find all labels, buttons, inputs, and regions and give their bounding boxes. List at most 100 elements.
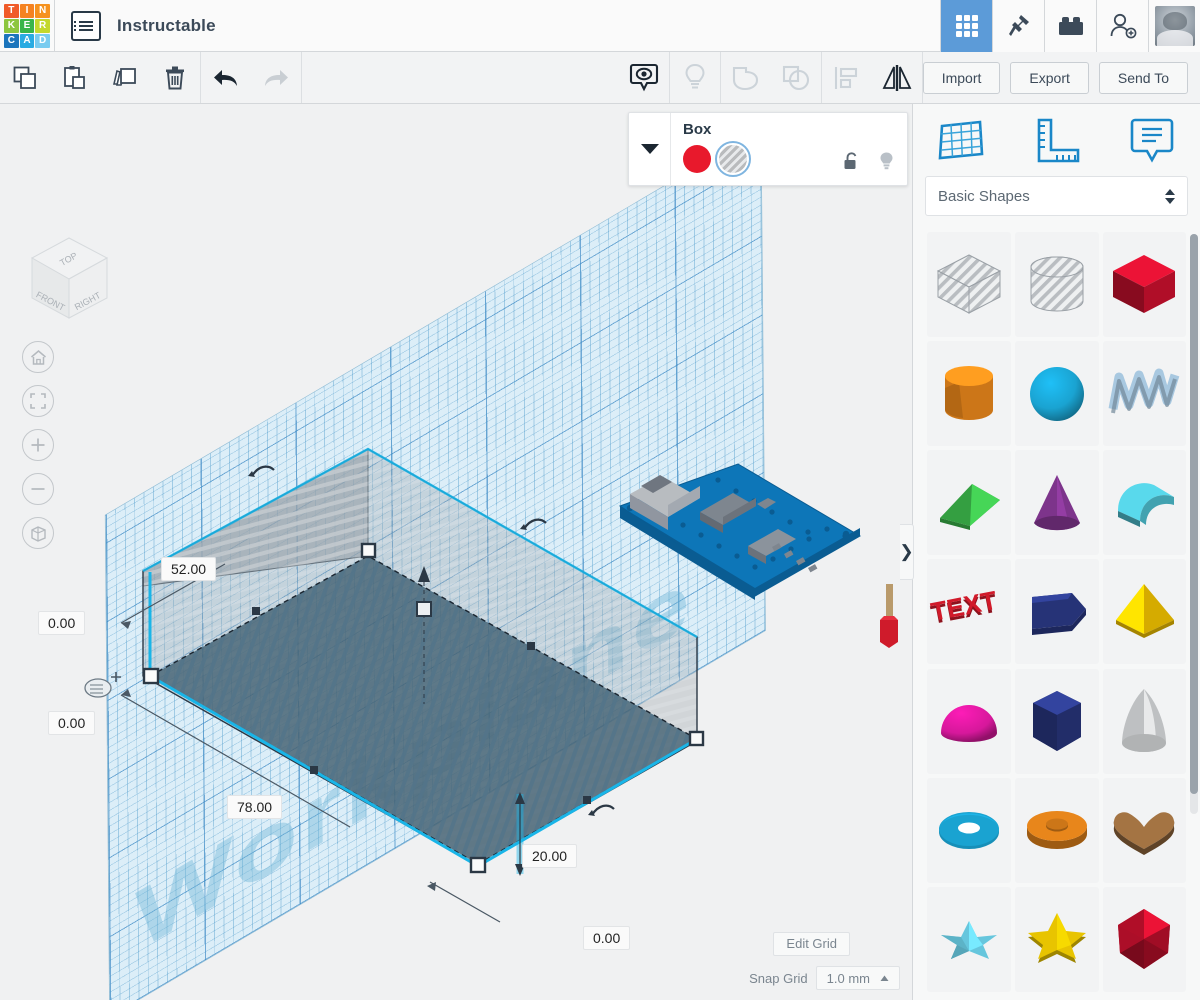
logo-tile-a: A (19, 33, 35, 48)
workplane-grid-icon[interactable] (913, 117, 1009, 163)
logo-tile-r: R (35, 18, 50, 33)
dim-offset-z-zero[interactable]: 0.00 (583, 926, 631, 950)
shape-paraboloid[interactable] (1102, 668, 1186, 774)
logo-tile-i: I (19, 3, 35, 18)
dim-width-52[interactable]: 52.00 (161, 557, 217, 581)
logo-tile-e: E (19, 18, 35, 33)
triangle-down-icon (640, 144, 659, 154)
shape-hole-cylinder[interactable] (1015, 232, 1099, 337)
dim-offset-y-zero[interactable]: 0.00 (48, 711, 96, 735)
zoom-in-button[interactable] (22, 429, 54, 461)
undo-arrow-icon[interactable] (201, 52, 251, 103)
list-menu-icon (74, 28, 93, 31)
dim-height-20[interactable]: 20.00 (522, 844, 578, 868)
logo-tile-k: K (4, 18, 19, 33)
tinkercad-app: TINKERCAD Instructable Import Export Sen… (0, 0, 1200, 1000)
dim-offset-x-zero[interactable]: 0.00 (38, 611, 86, 635)
shape-polygon-extrude[interactable] (1015, 559, 1099, 665)
edit-grid-button[interactable]: Edit Grid (773, 932, 850, 956)
shape-category-select[interactable]: Basic Shapes (925, 176, 1188, 216)
panel-collapse-handle[interactable]: ❯ (899, 524, 914, 580)
tinkercad-logo[interactable]: TIN KER CAD (2, 2, 52, 50)
shape-wedge[interactable] (927, 450, 1011, 556)
shape-properties-body: Box (671, 113, 907, 185)
shape-heart[interactable] (1102, 777, 1186, 883)
shape-state-icons (843, 151, 895, 176)
zoom-out-button[interactable] (22, 473, 54, 505)
shapes-panel-tabs (913, 104, 1200, 176)
avatar-image (1154, 5, 1195, 46)
shape-torus[interactable] (927, 777, 1011, 883)
blocks-bricks-icon[interactable] (1044, 0, 1096, 52)
edit-toolbar: Import Export Send To (0, 52, 1200, 104)
duplicate-icon[interactable] (100, 52, 150, 103)
svg-text:TEXT: TEXT (928, 586, 999, 627)
shape-hole-box[interactable] (927, 232, 1011, 337)
shape-sphere[interactable] (1015, 341, 1099, 447)
view-cube[interactable]: TOP FRONT RIGHT (22, 226, 117, 326)
toolbar-divider (301, 52, 302, 103)
shape-pyramid[interactable] (1102, 559, 1186, 665)
unlock-padlock-icon[interactable] (843, 152, 860, 176)
notes-icon[interactable] (1104, 116, 1200, 164)
view-nav-buttons (22, 341, 54, 561)
shape-library-grid[interactable]: TEXT TEXT (913, 232, 1200, 992)
workspace-grid-icon[interactable] (940, 0, 992, 52)
shape-round-roof[interactable] (1102, 450, 1186, 556)
align-icon[interactable] (822, 52, 872, 103)
shape-hex-prism[interactable] (1015, 668, 1099, 774)
list-menu-icon (74, 20, 93, 23)
shape-category-label: Basic Shapes (938, 187, 1030, 205)
lightbulb-icon[interactable] (878, 151, 895, 176)
mirror-flip-icon[interactable] (872, 52, 922, 103)
shape-text[interactable]: TEXT TEXT (927, 559, 1011, 665)
redo-arrow-icon[interactable] (251, 52, 301, 103)
snap-grid-value: 1.0 mm (826, 970, 870, 986)
ungroup-shapes-icon[interactable] (771, 52, 821, 103)
shape-cone[interactable] (1015, 450, 1099, 556)
group-shapes-icon[interactable] (721, 52, 771, 103)
list-menu-icon (74, 24, 93, 27)
workplane-watermark-group: Workplane (2, 104, 912, 1000)
home-view-button[interactable] (22, 341, 54, 373)
dim-length-78[interactable]: 78.00 (227, 795, 283, 819)
logo-tile-c: C (4, 33, 19, 48)
logo-tile-t: T (4, 3, 19, 18)
shape-cylinder[interactable] (927, 341, 1011, 447)
delete-trash-icon[interactable] (150, 52, 200, 103)
hammer-tools-icon[interactable] (992, 0, 1044, 52)
shape-star-3d[interactable] (927, 886, 1011, 992)
send-to-button[interactable]: Send To (1098, 61, 1188, 94)
logo-tile-d: D (35, 33, 50, 48)
shape-hemisphere[interactable] (927, 668, 1011, 774)
solid-color-swatch[interactable] (683, 145, 711, 173)
page-title: Instructable (117, 15, 216, 35)
chevron-up-icon (880, 975, 889, 981)
export-button[interactable]: Export (1010, 61, 1089, 94)
view-mode-button[interactable] (22, 517, 54, 549)
add-person-icon[interactable] (1096, 0, 1148, 52)
design-canvas[interactable]: Workplane TOP FRONT RIGHT 52.00 0.00 0.0… (0, 104, 912, 1000)
top-bar: TIN KER CAD Instructable (0, 0, 1200, 52)
logo-divider (54, 0, 55, 52)
show-hide-eye-icon[interactable] (619, 52, 669, 103)
shape-gem[interactable] (1102, 886, 1186, 992)
avatar[interactable] (1148, 0, 1200, 52)
top-bar-right-icons (940, 0, 1200, 52)
shape-box[interactable] (1102, 232, 1186, 337)
copy-icon[interactable] (0, 52, 50, 103)
collapse-panel-button[interactable] (629, 113, 671, 185)
snap-grid-select[interactable]: 1.0 mm (815, 966, 900, 990)
ruler-icon[interactable] (1009, 116, 1105, 164)
snap-grid-label: Snap Grid (749, 970, 808, 986)
shape-grid-scrollbar-thumb[interactable] (1190, 234, 1198, 794)
hole-swatch[interactable] (715, 141, 751, 177)
shape-star-flat[interactable] (1015, 886, 1099, 992)
paste-icon[interactable] (50, 52, 100, 103)
lightbulb-icon[interactable] (670, 52, 720, 103)
project-menu-button[interactable] (71, 10, 101, 41)
shape-tube[interactable] (1015, 777, 1099, 883)
fit-all-button[interactable] (22, 385, 54, 417)
import-button[interactable]: Import (922, 61, 1001, 94)
shape-scribble[interactable] (1102, 341, 1186, 447)
